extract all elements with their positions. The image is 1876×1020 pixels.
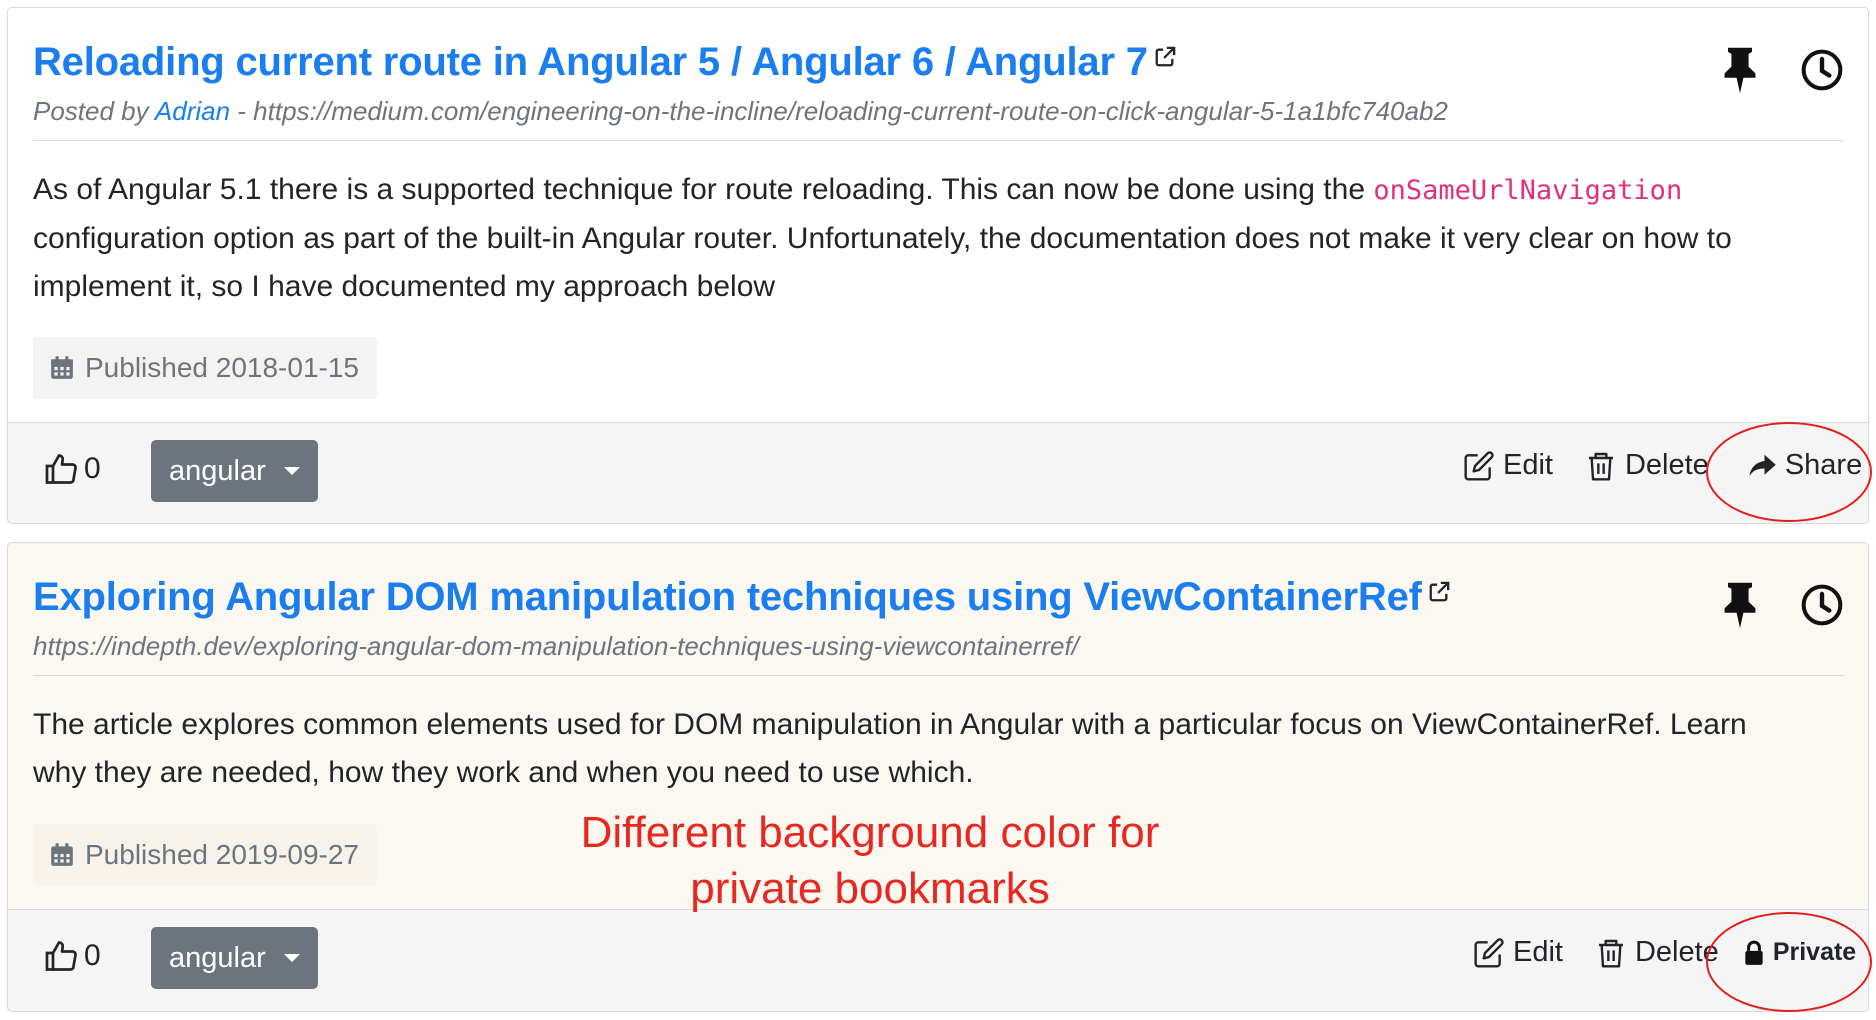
like-count: 0 — [84, 452, 101, 485]
pin-icon[interactable] — [1718, 581, 1762, 629]
calendar-icon — [51, 843, 73, 866]
trash-icon — [1588, 452, 1613, 481]
caret-down-icon — [283, 467, 300, 475]
annotation-line-2: private bookmarks — [690, 864, 1050, 913]
bookmark-url: https://medium.com/engineering-on-the-in… — [253, 96, 1448, 126]
bookmark-card-footer: 0 angular Edit Delete — [8, 909, 1868, 1011]
bookmark-card-body: Reloading current route in Angular 5 / A… — [8, 8, 1868, 424]
tag-dropdown-button[interactable]: angular — [151, 927, 318, 989]
clock-icon[interactable] — [1800, 46, 1844, 94]
meta-separator: - — [230, 96, 254, 126]
bookmark-card-private: Exploring Angular DOM manipulation techn… — [7, 542, 1869, 1012]
annotation-text: Different background color for private b… — [540, 805, 1200, 917]
edit-label: Edit — [1503, 449, 1553, 481]
bookmark-card: Reloading current route in Angular 5 / A… — [7, 7, 1869, 524]
external-link-icon[interactable] — [1428, 581, 1450, 603]
delete-button[interactable]: Delete — [1595, 936, 1719, 969]
like-count: 0 — [84, 939, 101, 972]
tag-label: angular — [169, 941, 266, 974]
bookmark-title-row: Exploring Angular DOM manipulation techn… — [33, 573, 1450, 621]
annotation-line-1: Different background color for — [580, 808, 1160, 857]
bookmark-meta: https://indepth.dev/exploring-angular-do… — [33, 631, 1079, 662]
like-button[interactable]: 0 — [44, 451, 101, 487]
edit-icon — [1474, 937, 1504, 968]
like-button[interactable]: 0 — [44, 938, 101, 974]
bookmark-description: The article explores common elements use… — [33, 708, 1747, 789]
inline-code: onSameUrlNavigation — [1373, 175, 1683, 206]
published-date: Published 2019-09-27 — [85, 839, 359, 870]
published-date-badge: Published 2019-09-27 — [33, 824, 377, 886]
delete-label: Delete — [1624, 449, 1709, 481]
divider — [33, 140, 1844, 141]
caret-down-icon — [283, 954, 300, 962]
description-text-continued: configuration option as part of the buil… — [33, 222, 1732, 303]
bookmark-top-actions — [1718, 46, 1844, 94]
author-link[interactable]: Adrian — [155, 96, 230, 126]
divider — [33, 675, 1844, 676]
published-date: Published 2018-01-15 — [85, 352, 359, 383]
external-link-icon[interactable] — [1154, 46, 1176, 68]
bookmark-meta: Posted by Adrian - https://medium.com/en… — [33, 96, 1448, 127]
clock-icon[interactable] — [1800, 581, 1844, 629]
thumbs-up-icon — [45, 454, 77, 484]
tag-dropdown-button[interactable]: angular — [151, 440, 318, 502]
edit-label: Edit — [1513, 936, 1563, 968]
edit-button[interactable]: Edit — [1473, 936, 1563, 969]
annotation-circle-private — [1706, 912, 1872, 1012]
bookmark-card-footer: 0 angular Edit Delete — [8, 422, 1868, 523]
bookmark-top-actions — [1718, 581, 1844, 629]
delete-button[interactable]: Delete — [1585, 449, 1709, 482]
annotation-circle-share — [1706, 422, 1872, 522]
posted-by-label: Posted by — [33, 96, 155, 126]
edit-icon — [1464, 450, 1494, 481]
description-text: As of Angular 5.1 there is a supported t… — [33, 173, 1374, 206]
bookmark-url: https://indepth.dev/exploring-angular-do… — [33, 631, 1079, 661]
published-date-badge: Published 2018-01-15 — [33, 337, 377, 399]
trash-icon — [1598, 939, 1623, 968]
bookmark-description: As of Angular 5.1 there is a supported t… — [33, 166, 1808, 311]
calendar-icon — [51, 356, 73, 379]
bookmark-title-row: Reloading current route in Angular 5 / A… — [33, 38, 1176, 86]
tag-label: angular — [169, 454, 266, 487]
bookmark-title-link[interactable]: Exploring Angular DOM manipulation techn… — [33, 573, 1422, 621]
thumbs-up-icon — [45, 941, 77, 971]
bookmark-title-link[interactable]: Reloading current route in Angular 5 / A… — [33, 38, 1148, 86]
pin-icon[interactable] — [1718, 46, 1762, 94]
edit-button[interactable]: Edit — [1463, 449, 1553, 482]
